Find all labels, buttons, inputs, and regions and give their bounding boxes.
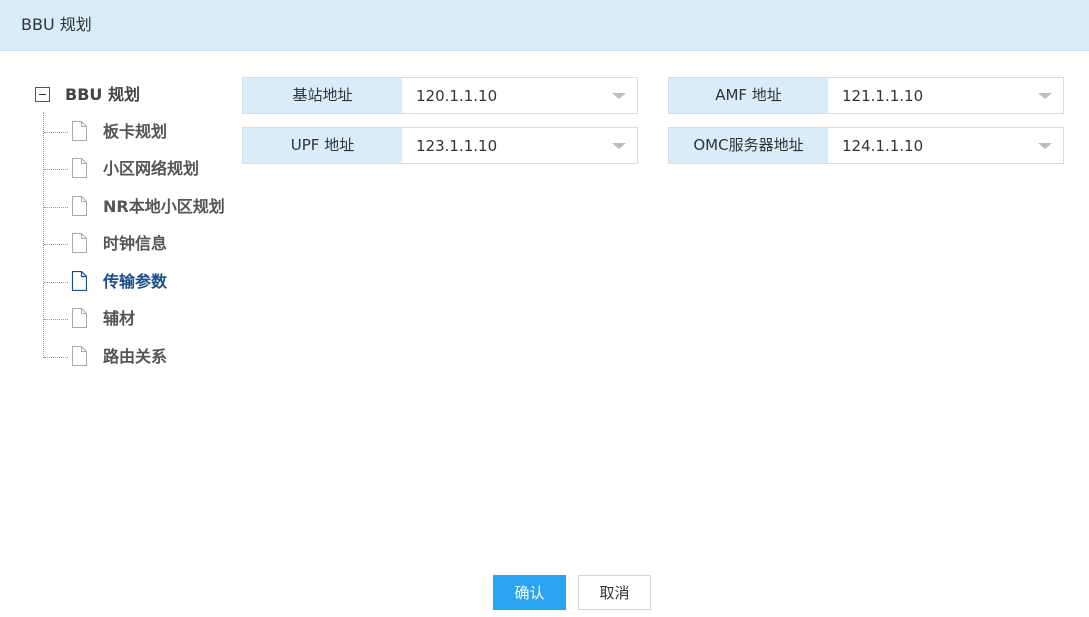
field-label: UPF 地址 <box>243 128 402 163</box>
tree-item-label: NR本地小区规划 <box>103 197 225 216</box>
cancel-button[interactable]: 取消 <box>578 575 651 610</box>
field-label: 基站地址 <box>243 78 402 113</box>
tree-connector <box>44 207 68 208</box>
file-icon <box>72 233 87 253</box>
tree-connector <box>44 169 68 170</box>
tree-root-label[interactable]: BBU 规划 <box>65 84 140 106</box>
field-value[interactable]: 123.1.1.10 <box>416 128 497 163</box>
field-value[interactable]: 124.1.1.10 <box>842 128 923 163</box>
field-value[interactable]: 121.1.1.10 <box>842 78 923 113</box>
field-label: AMF 地址 <box>669 78 828 113</box>
file-icon <box>72 158 87 178</box>
confirm-button[interactable]: 确认 <box>493 575 566 610</box>
tree-item-label: 传输参数 <box>103 272 168 291</box>
file-icon <box>72 308 87 328</box>
collapse-toggle-icon[interactable] <box>35 87 50 102</box>
file-icon <box>72 196 87 216</box>
dialog-header: BBU 规划 <box>0 0 1089 51</box>
file-icon <box>72 121 87 141</box>
tree-item-label: 路由关系 <box>103 347 168 366</box>
dialog-title: BBU 规划 <box>21 15 92 34</box>
field-label: OMC服务器地址 <box>669 128 828 163</box>
base-station-address-field[interactable]: 基站地址 120.1.1.10 <box>242 77 638 114</box>
chevron-down-icon[interactable] <box>1038 143 1052 149</box>
upf-address-field[interactable]: UPF 地址 123.1.1.10 <box>242 127 638 164</box>
file-icon <box>72 346 87 366</box>
tree-connector-line <box>43 112 44 358</box>
omc-server-address-field[interactable]: OMC服务器地址 124.1.1.10 <box>668 127 1064 164</box>
tree-connector <box>44 357 68 358</box>
amf-address-field[interactable]: AMF 地址 121.1.1.10 <box>668 77 1064 114</box>
tree-connector <box>44 244 68 245</box>
tree-connector <box>44 132 68 133</box>
tree-connector <box>44 282 68 283</box>
tree-item-label: 辅材 <box>103 309 136 328</box>
tree-item-label: 小区网络规划 <box>103 159 200 178</box>
tree-item-label: 时钟信息 <box>103 234 168 253</box>
file-icon <box>71 271 87 291</box>
tree-connector <box>44 319 68 320</box>
chevron-down-icon[interactable] <box>612 93 626 99</box>
chevron-down-icon[interactable] <box>1038 93 1052 99</box>
tree-item-label: 板卡规划 <box>103 122 168 141</box>
chevron-down-icon[interactable] <box>612 143 626 149</box>
field-value[interactable]: 120.1.1.10 <box>416 78 497 113</box>
